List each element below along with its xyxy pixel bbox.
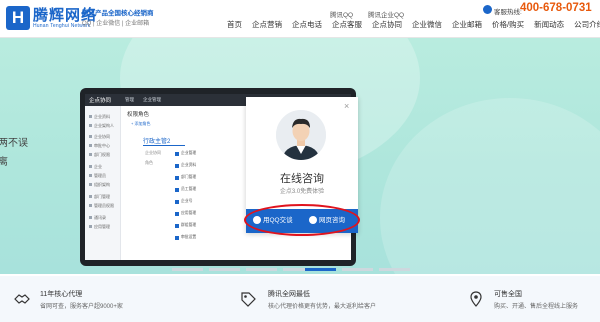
app-perm-item: 企业资料 [181, 163, 197, 167]
app-perm-item: 审批设置 [181, 235, 197, 239]
hotline-number[interactable]: 400-678-0731 [520, 2, 592, 14]
sidebar-item: 企业 [89, 164, 102, 170]
sidebar-item: 组织架构 [89, 182, 110, 188]
app-perm-item: 应用管理 [181, 211, 197, 215]
phone-icon [483, 5, 492, 14]
nav-wework[interactable]: 企业微信 [407, 18, 447, 32]
slogan-line-1: 腾讯产品全国核心经销商 [82, 10, 154, 17]
feature-title: 腾讯全网最低 [268, 291, 310, 298]
nav-qidian-phone[interactable]: 企点电话 [287, 18, 327, 32]
sidebar-item: 企业协同 [89, 134, 110, 140]
banner-text-line-1: 两不误 [0, 138, 28, 149]
highlight-ring [244, 204, 360, 236]
page-root: H 腾辉网络 Hunan Tenghui Network 腾讯产品全国核心经销商… [0, 0, 600, 322]
app-add-role: + 添加角色 [131, 121, 151, 126]
slide-indicator[interactable] [209, 268, 240, 271]
sidebar-item: 应用管理 [89, 224, 110, 230]
checkbox-icon [175, 212, 179, 216]
nav-news[interactable]: 新闻动态 [529, 18, 569, 32]
nav-qidian-service[interactable]: 企点客服 [327, 18, 367, 32]
popup-title: 在线咨询 [280, 173, 324, 185]
app-perm-item: 企业管理 [181, 151, 197, 155]
nav-price[interactable]: 价格/购买 [487, 18, 529, 32]
app-perm-label: 企业协同 [145, 150, 161, 155]
hotline-label: 客服热线: [494, 9, 522, 16]
nav-about[interactable]: 公司介绍 [569, 18, 600, 32]
app-perm-item: 企业号 [181, 199, 193, 203]
checkbox-icon [175, 188, 179, 192]
nav-qidian-collab[interactable]: 企点协同 [367, 18, 407, 32]
slide-indicator[interactable] [246, 268, 277, 271]
main-nav: 首页 企点营销 企点电话 企点客服 企点协同 企业微信 企业邮箱 价格/购买 新… [222, 18, 600, 32]
logo-mark[interactable]: H [6, 6, 30, 30]
feature-desc: 省网可查，服务客户超9000+家 [40, 304, 123, 310]
handshake-icon [14, 294, 30, 304]
slide-indicator[interactable] [172, 268, 203, 271]
sidebar-item: 通讯录 [89, 215, 106, 221]
app-perm-item: 部门管理 [181, 175, 197, 179]
popup-subtitle: 企点3.0免费体验 [279, 189, 325, 195]
checkbox-icon [175, 164, 179, 168]
price-tag-icon [241, 292, 256, 307]
consultant-avatar [276, 110, 326, 160]
feature-desc: 核心代理价格更有优势，最大返利给客户 [268, 304, 377, 310]
sidebar-item: 部门管理 [89, 194, 110, 200]
slogan-line-2: QQ | 企业微信 | 企业邮箱 [82, 21, 150, 27]
nav-enterprise-mail[interactable]: 企业邮箱 [447, 18, 487, 32]
sidebar-item: 企业资料 [89, 114, 110, 120]
location-icon [470, 291, 482, 307]
sidebar-item: 管理员 [89, 173, 106, 179]
app-perm-label: 角色 [145, 160, 153, 165]
slide-indicator-active[interactable] [305, 268, 336, 271]
sidebar-item: 部门权限 [89, 152, 110, 158]
app-page-title: 权限角色 [127, 112, 150, 118]
sidebar-item: 企业架构人 [89, 123, 114, 129]
sidebar-item: 管理员权限 [89, 203, 114, 209]
app-logo: 企点协同 [89, 98, 112, 104]
app-role-name: 行政主管2 [143, 136, 185, 146]
nav-home[interactable]: 首页 [222, 18, 247, 32]
person-icon [276, 110, 326, 160]
slide-indicator[interactable] [342, 268, 373, 271]
app-perm-item: 群组管理 [181, 223, 197, 227]
checkbox-icon [175, 224, 179, 228]
features-bar [0, 276, 600, 322]
banner-text-line-2: 离 [0, 157, 8, 168]
nav-qidian-marketing[interactable]: 企点营销 [247, 18, 287, 32]
banner-decoration [380, 98, 600, 274]
app-perm-item: 员工管理 [181, 187, 197, 191]
app-sidebar: 企业资料 企业架构人 企业协同 审批中心 部门权限 企业 管理员 组织架构 部门… [85, 106, 121, 260]
close-icon[interactable]: × [344, 101, 349, 111]
app-tab: 管理 [125, 97, 134, 102]
checkbox-icon [175, 152, 179, 156]
checkbox-icon [175, 176, 179, 180]
feature-title: 11年核心代理 [40, 291, 83, 298]
feature-title: 可售全国 [494, 291, 522, 298]
checkbox-icon [175, 236, 179, 240]
sidebar-item: 审批中心 [89, 143, 110, 149]
feature-desc: 购买、开通、售后全程线上服务 [494, 304, 579, 310]
checkbox-icon [175, 200, 179, 204]
slide-indicator[interactable] [379, 268, 410, 271]
app-tab: 企业管理 [143, 97, 161, 102]
